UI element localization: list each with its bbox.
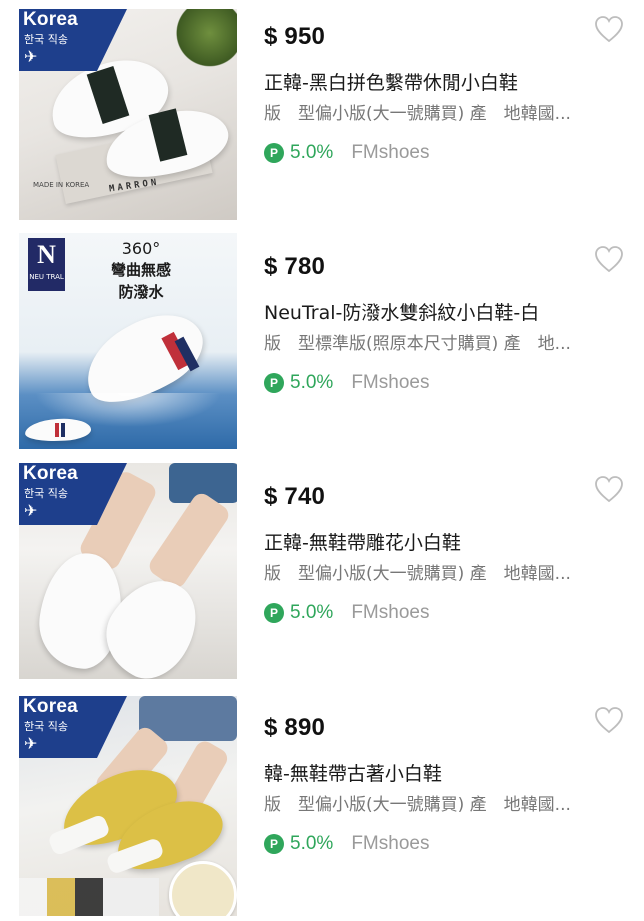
badge-corner <box>97 9 127 71</box>
heart-outline-icon[interactable] <box>594 706 624 734</box>
neutral-logo-letter: N <box>37 240 56 269</box>
product-image[interactable]: Korea 한국 직송 ✈ <box>19 463 237 679</box>
korea-badge-subtitle: 한국 직송 <box>24 33 68 46</box>
product-spec: 版 型標準版(照原本尺寸購買) 產 地... <box>264 334 571 354</box>
product-image[interactable]: MADE IN KOREA MARRON Korea 한국 직송 ✈ <box>19 9 237 220</box>
reward-rate: 5.0% <box>290 142 334 163</box>
shop-name[interactable]: FMshoes <box>351 372 429 394</box>
korea-badge-title: Korea <box>23 9 78 30</box>
promo-line: 防潑水 <box>118 283 164 301</box>
product-spec: 版 型偏小版(大一號購買) 產 地韓國... <box>264 795 571 815</box>
product-list: MADE IN KOREA MARRON Korea 한국 직송 ✈ $ 950… <box>0 0 644 920</box>
neutral-logo-text: NEU TRAL <box>29 273 64 281</box>
neutral-logo: N NEU TRAL <box>28 238 65 291</box>
shoe-stripe-navy <box>61 423 65 437</box>
detail-inset <box>169 861 237 916</box>
shop-name[interactable]: FMshoes <box>351 833 429 855</box>
badge-corner <box>97 696 127 758</box>
reward-rate: 5.0% <box>290 602 334 623</box>
leg <box>145 489 233 592</box>
product-spec: 版 型偏小版(大一號購買) 產 地韓國... <box>264 104 571 124</box>
product-price: $ 950 <box>264 23 326 50</box>
heart-outline-icon[interactable] <box>594 475 624 503</box>
p-points-icon: P <box>264 603 284 623</box>
product-card[interactable]: Korea 한국 직송 ✈ $ 890 韓-無鞋帶古著小白鞋 版 型偏小版(大一… <box>0 691 644 921</box>
korea-badge-subtitle: 한국 직송 <box>24 487 68 500</box>
made-in-label: MADE IN KOREA <box>33 181 90 189</box>
product-title[interactable]: NeuTral-防潑水雙斜紋小白鞋-白 <box>264 298 624 325</box>
reward-rate: 5.0% <box>290 833 334 854</box>
product-price: $ 890 <box>264 714 326 741</box>
product-price: $ 740 <box>264 483 326 510</box>
product-meta: P 5.0% FMshoes <box>264 141 429 165</box>
product-image[interactable]: Korea 한국 직송 ✈ <box>19 696 237 916</box>
reward-rate: 5.0% <box>290 372 334 393</box>
product-price: $ 780 <box>264 253 326 280</box>
product-title[interactable]: 韓-無鞋帶古著小白鞋 <box>264 759 624 786</box>
plant-leaves <box>169 9 237 69</box>
p-points-icon: P <box>264 834 284 854</box>
korea-badge: Korea 한국 직송 ✈ <box>19 463 97 525</box>
product-spec: 版 型偏小版(大一號購買) 產 地韓國... <box>264 564 571 584</box>
shop-name[interactable]: FMshoes <box>351 142 429 164</box>
p-points-icon: P <box>264 373 284 393</box>
promo-text: 360° 彎曲無感 防潑水 <box>81 239 201 303</box>
korea-badge-title: Korea <box>23 696 78 717</box>
shop-name[interactable]: FMshoes <box>351 602 429 624</box>
product-meta: P 5.0% FMshoes <box>264 371 429 395</box>
heart-outline-icon[interactable] <box>594 245 624 273</box>
product-image[interactable]: N NEU TRAL 360° 彎曲無感 防潑水 <box>19 233 237 449</box>
product-title[interactable]: 正韓-黑白拼色繫帶休閒小白鞋 <box>264 68 624 95</box>
product-title[interactable]: 正韓-無鞋帶雕花小白鞋 <box>264 528 624 555</box>
korea-badge: Korea 한국 직송 ✈ <box>19 9 97 71</box>
heart-outline-icon[interactable] <box>594 15 624 43</box>
badge-corner <box>97 463 127 525</box>
product-card[interactable]: Korea 한국 직송 ✈ $ 740 正韓-無鞋帶雕花小白鞋 版 型偏小版(大… <box>0 460 644 690</box>
airplane-icon: ✈ <box>24 47 38 66</box>
promo-line: 彎曲無感 <box>110 261 171 279</box>
product-card[interactable]: MADE IN KOREA MARRON Korea 한국 직송 ✈ $ 950… <box>0 0 644 230</box>
color-swatch-row <box>19 878 159 916</box>
airplane-icon: ✈ <box>24 501 38 520</box>
korea-badge-subtitle: 한국 직송 <box>24 720 68 733</box>
korea-badge-title: Korea <box>23 463 78 484</box>
airplane-icon: ✈ <box>24 734 38 753</box>
product-meta: P 5.0% FMshoes <box>264 601 429 625</box>
product-card[interactable]: N NEU TRAL 360° 彎曲無感 防潑水 $ 780 NeuTral-防… <box>0 230 644 460</box>
promo-line: 360° <box>121 239 161 258</box>
product-meta: P 5.0% FMshoes <box>264 832 429 856</box>
p-points-icon: P <box>264 143 284 163</box>
shoe-stripe-red <box>55 423 59 437</box>
korea-badge: Korea 한국 직송 ✈ <box>19 696 97 758</box>
